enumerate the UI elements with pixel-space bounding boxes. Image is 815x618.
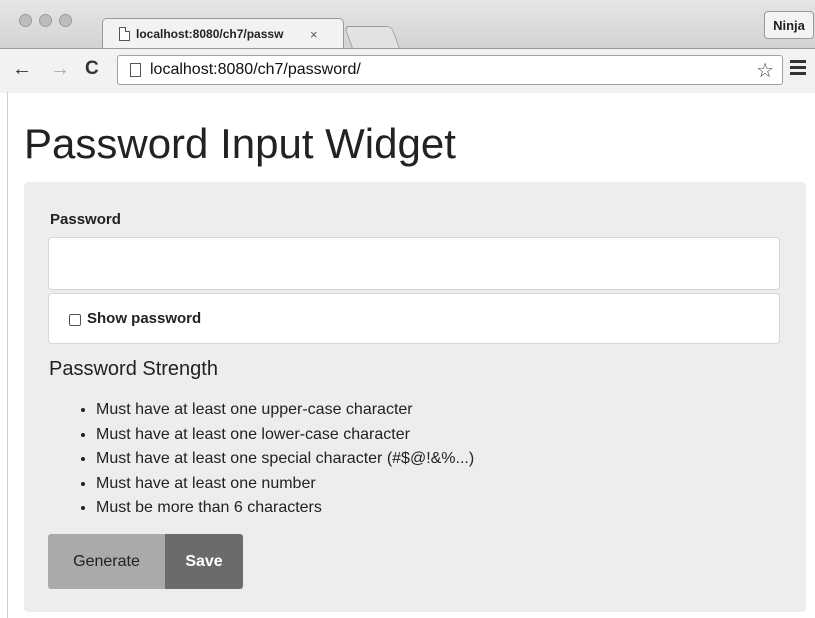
show-password-container: Show password [48,293,780,344]
show-password-label[interactable]: Show password [87,310,201,327]
close-window-button[interactable] [19,14,32,27]
requirement-item: Must have at least one lower-case charac… [96,423,474,448]
password-panel: Password Show password Password Strength… [24,182,806,612]
requirement-item: Must have at least one upper-case charac… [96,398,474,423]
profile-button[interactable]: Ninja [764,11,814,39]
window-border [7,92,8,618]
address-bar[interactable]: localhost:8080/ch7/password/ ☆ [117,55,783,85]
bookmark-star-icon[interactable]: ☆ [756,58,774,83]
browser-chrome: localhost:8080/ch7/passw × Ninja ← → C l… [0,0,815,93]
reload-icon[interactable]: C [85,59,99,79]
minimize-window-button[interactable] [39,14,52,27]
page-icon [119,27,130,41]
tab-close-icon[interactable]: × [310,27,318,42]
show-password-checkbox[interactable] [69,314,81,326]
page-icon [130,63,141,77]
generate-button[interactable]: Generate [48,534,165,589]
password-label: Password [50,211,121,228]
requirement-item: Must have at least one number [96,472,474,497]
password-strength-heading: Password Strength [49,358,218,380]
tab-title: localhost:8080/ch7/passw [136,27,284,41]
requirement-item: Must be more than 6 characters [96,496,474,521]
save-button[interactable]: Save [165,534,243,589]
zoom-window-button[interactable] [59,14,72,27]
menu-icon[interactable] [790,60,806,78]
url-text: localhost:8080/ch7/password/ [150,61,361,78]
forward-arrow-icon[interactable]: → [50,59,70,79]
page-title: Password Input Widget [24,120,456,167]
password-input[interactable] [48,237,780,290]
back-arrow-icon[interactable]: ← [12,59,32,79]
browser-toolbar: ← → C localhost:8080/ch7/password/ ☆ [0,48,815,93]
requirements-list: Must have at least one upper-case charac… [74,398,474,521]
tab-strip: localhost:8080/ch7/passw × Ninja [0,0,815,49]
requirement-item: Must have at least one special character… [96,447,474,472]
browser-tab[interactable]: localhost:8080/ch7/passw × [102,18,344,49]
new-tab-button[interactable] [343,26,401,49]
